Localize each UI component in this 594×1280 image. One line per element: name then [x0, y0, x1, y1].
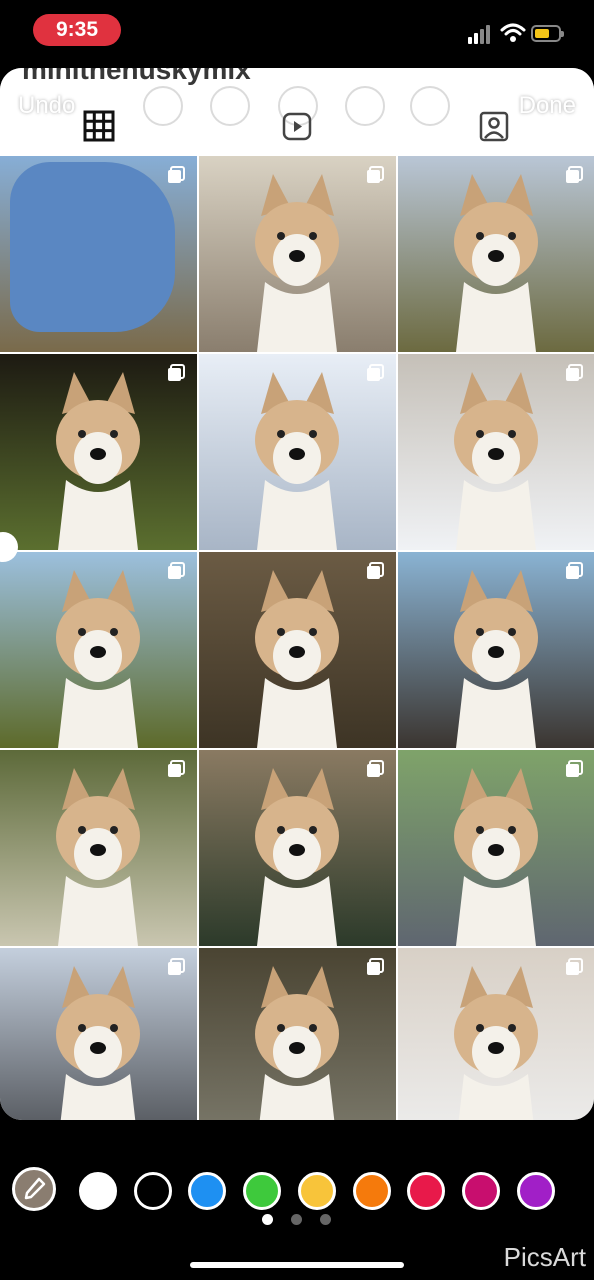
grid-photo[interactable]: [398, 750, 594, 946]
dog-photo-icon: [255, 570, 339, 748]
grid-photo[interactable]: [199, 552, 396, 748]
dog-photo-icon: [56, 768, 140, 946]
dog-photo-icon: [454, 174, 538, 352]
carousel-icon: [367, 958, 384, 975]
grid-photo[interactable]: [0, 948, 197, 1120]
carousel-icon: [168, 958, 185, 975]
carousel-icon: [168, 166, 185, 183]
color-swatch[interactable]: [79, 1172, 117, 1210]
color-swatch[interactable]: [243, 1172, 282, 1210]
grid-photo[interactable]: [199, 948, 396, 1120]
grid-photo[interactable]: [0, 354, 197, 550]
carousel-icon: [168, 562, 185, 579]
grid-photo[interactable]: [398, 354, 594, 550]
picsart-watermark: PicsArt: [503, 1242, 586, 1272]
carousel-icon: [168, 364, 185, 381]
dog-photo-icon: [454, 570, 538, 748]
grid-photo[interactable]: [199, 156, 396, 352]
carousel-icon: [566, 364, 583, 381]
undo-button[interactable]: Undo: [18, 92, 75, 120]
carousel-icon: [566, 760, 583, 777]
dog-photo-icon: [255, 372, 339, 550]
battery-icon: [531, 25, 564, 42]
arrow-tool-icon[interactable]: [210, 86, 250, 126]
dog-photo-icon: [255, 768, 339, 946]
dog-photo-icon: [56, 372, 140, 550]
grid-photo[interactable]: [398, 156, 594, 352]
dog-photo-icon: [255, 174, 339, 352]
carousel-icon: [566, 166, 583, 183]
grid-photo[interactable]: [0, 156, 197, 352]
color-swatch[interactable]: [188, 1172, 227, 1210]
carousel-icon: [367, 364, 384, 381]
photo-grid: [0, 156, 594, 1120]
signal-icon: [468, 25, 490, 44]
dog-photo-icon: [454, 768, 538, 946]
wifi-icon: [500, 23, 526, 42]
color-swatch[interactable]: [407, 1172, 446, 1210]
reels-icon[interactable]: [279, 108, 315, 144]
profile-sheet: minithehuskymix Undo Done: [0, 68, 594, 1120]
page-dot[interactable]: [320, 1214, 331, 1225]
grid-photo[interactable]: [0, 552, 197, 748]
status-time: 9:35: [33, 14, 121, 46]
pen-tool-icon[interactable]: [143, 86, 183, 126]
home-indicator[interactable]: [190, 1262, 404, 1268]
eraser-tool-icon[interactable]: [410, 86, 450, 126]
color-palette: [0, 1166, 594, 1216]
tagged-icon[interactable]: [476, 108, 512, 144]
page-dot[interactable]: [291, 1214, 302, 1225]
grid-photo[interactable]: [398, 552, 594, 748]
dog-photo-icon: [56, 570, 140, 748]
done-button[interactable]: Done: [519, 92, 576, 120]
redaction-scribble: [10, 162, 175, 332]
sheet-header: minithehuskymix Undo Done: [0, 68, 594, 156]
carousel-icon: [367, 760, 384, 777]
color-swatch[interactable]: [352, 1172, 391, 1210]
carousel-icon: [168, 760, 185, 777]
grid-icon[interactable]: [81, 108, 117, 144]
status-bar: 9:35: [0, 0, 594, 62]
battery-level: [535, 29, 549, 38]
carousel-icon: [566, 562, 583, 579]
eyedropper-button[interactable]: [12, 1167, 56, 1211]
profile-username: minithehuskymix: [22, 68, 251, 85]
dog-photo-icon: [454, 372, 538, 550]
color-swatch[interactable]: [461, 1172, 500, 1210]
grid-photo[interactable]: [0, 750, 197, 946]
grid-photo[interactable]: [199, 354, 396, 550]
color-swatch[interactable]: [133, 1172, 172, 1210]
carousel-icon: [367, 166, 384, 183]
grid-photo[interactable]: [398, 948, 594, 1120]
carousel-icon: [367, 562, 384, 579]
page-dot[interactable]: [262, 1214, 273, 1225]
eyedropper-icon: [24, 1177, 46, 1200]
carousel-icon: [566, 958, 583, 975]
color-swatch[interactable]: [516, 1172, 555, 1210]
color-swatch[interactable]: [297, 1172, 336, 1210]
neon-tool-icon[interactable]: [345, 86, 385, 126]
grid-photo[interactable]: [199, 750, 396, 946]
palette-page-dots: [0, 1214, 594, 1228]
